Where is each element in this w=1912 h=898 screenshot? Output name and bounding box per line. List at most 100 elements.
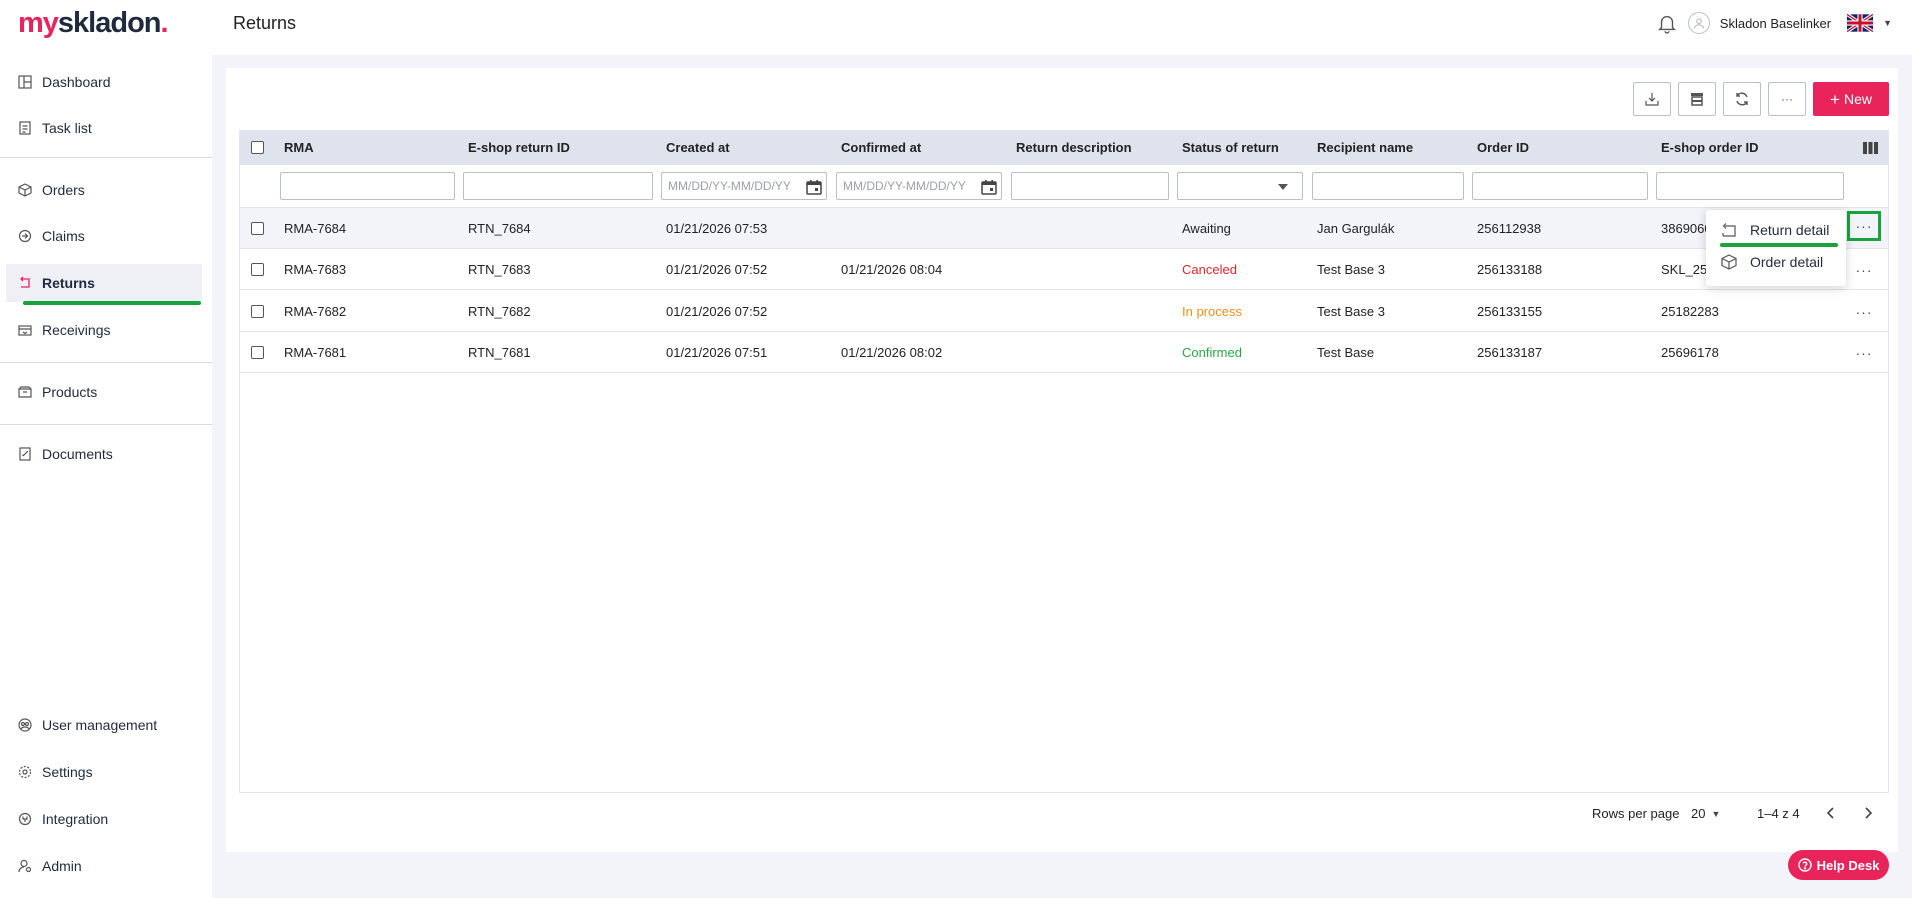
sidebar-divider — [0, 362, 212, 363]
menu-item-return-detail[interactable]: Return detail — [1720, 217, 1829, 243]
column-header-status-of-return[interactable]: Status of return — [1182, 131, 1279, 165]
menu-item-order-detail[interactable]: Order detail — [1720, 249, 1823, 275]
uk-flag-icon[interactable] — [1847, 14, 1874, 32]
sidebar-item-receivings[interactable]: Receivings — [6, 311, 202, 349]
return-description-filter-input[interactable] — [1011, 172, 1169, 200]
chevron-down-icon — [1278, 184, 1288, 190]
order-id-filter-input[interactable] — [1472, 172, 1648, 200]
sidebar-item-claims[interactable]: Claims — [6, 217, 202, 255]
eshop-return-id-filter-input[interactable] — [463, 172, 653, 200]
rma-filter-input[interactable] — [280, 172, 455, 200]
rma-cell: RMA-7682 — [284, 304, 347, 319]
column-header-confirmed-at[interactable]: Confirmed at — [841, 131, 921, 165]
sidebar-item-label: Claims — [42, 228, 85, 244]
rows-per-page-select[interactable]: 20 ▼ — [1691, 806, 1720, 821]
table-row[interactable]: RMA-7683 RTN_7683 01/21/2026 07:52 01/21… — [240, 249, 1888, 290]
sidebar-item-admin[interactable]: Admin — [6, 847, 202, 885]
sidebar-item-label: Documents — [42, 446, 113, 462]
column-header-rma[interactable]: RMA — [284, 131, 314, 165]
column-header-created-at[interactable]: Created at — [666, 131, 730, 165]
sidebar-item-documents[interactable]: Documents — [6, 435, 202, 473]
refresh-button[interactable] — [1723, 82, 1761, 116]
eshop-return-id-cell: RTN_7681 — [468, 345, 531, 360]
calendar-icon[interactable] — [806, 179, 822, 195]
row-checkbox[interactable] — [251, 346, 264, 359]
sidebar-item-dashboard[interactable]: Dashboard — [6, 63, 202, 101]
column-settings-icon[interactable] — [1863, 142, 1878, 154]
eshop-order-id-filter-input[interactable] — [1656, 172, 1844, 200]
created-at-cell: 01/21/2026 07:51 — [666, 345, 768, 360]
column-header-return-description[interactable]: Return description — [1016, 131, 1132, 165]
column-header-order-id[interactable]: Order ID — [1477, 131, 1529, 165]
table-row[interactable]: RMA-7684 RTN_7684 01/21/2026 07:53 Await… — [240, 208, 1888, 249]
sidebar-item-label: User management — [42, 717, 158, 733]
row-actions-menu: Return detail Order detail — [1706, 210, 1846, 286]
user-management-icon — [17, 718, 32, 733]
box-icon — [17, 183, 32, 198]
row-checkbox[interactable] — [251, 305, 264, 318]
row-actions-button[interactable]: ··· — [1847, 255, 1881, 285]
user-avatar-icon[interactable] — [1687, 12, 1710, 34]
row-actions-button[interactable]: ··· — [1847, 211, 1881, 241]
confirmed-at-cell: 01/21/2026 08:04 — [841, 262, 943, 277]
sidebar-item-task-list[interactable]: Task list — [6, 109, 202, 147]
sidebar-item-products[interactable]: Products — [6, 373, 202, 411]
next-page-button[interactable] — [1863, 806, 1873, 823]
sidebar-item-settings[interactable]: Settings — [6, 753, 202, 791]
receivings-icon — [17, 323, 32, 338]
integration-icon — [17, 812, 32, 827]
help-desk-button[interactable]: Help Desk — [1788, 850, 1889, 880]
table-row[interactable]: RMA-7681 RTN_7681 01/21/2026 07:51 01/21… — [240, 332, 1888, 373]
return-icon — [1722, 223, 1736, 237]
dashboard-icon — [17, 75, 32, 90]
warehouse-button[interactable] — [1678, 82, 1716, 116]
select-all-checkbox[interactable] — [251, 141, 264, 154]
download-icon — [1645, 93, 1659, 106]
status-cell: Canceled — [1182, 262, 1237, 277]
created-at-cell: 01/21/2026 07:53 — [666, 221, 768, 236]
chevron-left-icon — [1826, 807, 1834, 819]
eshop-order-id-cell: SKL_25 — [1661, 262, 1708, 277]
column-header-eshop-return-id[interactable]: E-shop return ID — [468, 131, 570, 165]
returns-table: RMA E-shop return ID Created at Confirme… — [239, 130, 1889, 793]
documents-icon — [17, 447, 32, 462]
sidebar-item-integration[interactable]: Integration — [6, 800, 202, 838]
logo-part-my: my — [18, 7, 59, 39]
status-cell: In process — [1182, 304, 1242, 319]
user-name[interactable]: Skladon Baselinker — [1720, 16, 1831, 31]
returns-icon — [17, 276, 32, 291]
filter-row — [240, 165, 1888, 208]
logo[interactable]: myskladon. — [18, 6, 169, 40]
created-at-filter-input[interactable] — [661, 172, 827, 200]
row-actions-button[interactable]: ··· — [1847, 338, 1881, 368]
sidebar-item-orders[interactable]: Orders — [6, 171, 202, 209]
bell-icon[interactable] — [1656, 11, 1678, 35]
row-checkbox[interactable] — [251, 263, 264, 276]
help-desk-label: Help Desk — [1816, 857, 1880, 873]
export-button[interactable] — [1633, 82, 1671, 116]
confirmed-at-filter-input[interactable] — [836, 172, 1002, 200]
row-actions-button[interactable]: ··· — [1847, 297, 1881, 327]
eshop-return-id-cell: RTN_7683 — [468, 262, 531, 277]
more-actions-button[interactable]: ··· — [1768, 82, 1806, 116]
recipient-name-filter-input[interactable] — [1312, 172, 1464, 200]
plus-icon: + — [1830, 89, 1840, 109]
previous-page-button[interactable] — [1826, 806, 1836, 823]
active-highlight-underline — [23, 301, 201, 305]
sidebar-item-label: Products — [42, 384, 98, 400]
chevron-down-icon: ▼ — [1711, 808, 1721, 819]
sidebar-item-label: Returns — [42, 275, 95, 291]
column-header-eshop-order-id[interactable]: E-shop order ID — [1661, 131, 1759, 165]
chevron-right-icon — [1865, 807, 1873, 819]
row-checkbox[interactable] — [251, 222, 264, 235]
language-caret-icon[interactable]: ▼ — [1883, 18, 1892, 28]
order-id-cell: 256112938 — [1477, 221, 1542, 236]
sidebar-item-returns[interactable]: Returns — [6, 264, 202, 305]
new-return-button[interactable]: + New — [1813, 82, 1889, 116]
eshop-return-id-cell: RTN_7682 — [468, 304, 531, 319]
sidebar-item-user-management[interactable]: User management — [6, 706, 202, 744]
column-header-recipient-name[interactable]: Recipient name — [1317, 131, 1413, 165]
table-row[interactable]: RMA-7682 RTN_7682 01/21/2026 07:52 In pr… — [240, 291, 1888, 332]
logo-dot: . — [160, 7, 169, 39]
calendar-icon[interactable] — [981, 179, 997, 195]
